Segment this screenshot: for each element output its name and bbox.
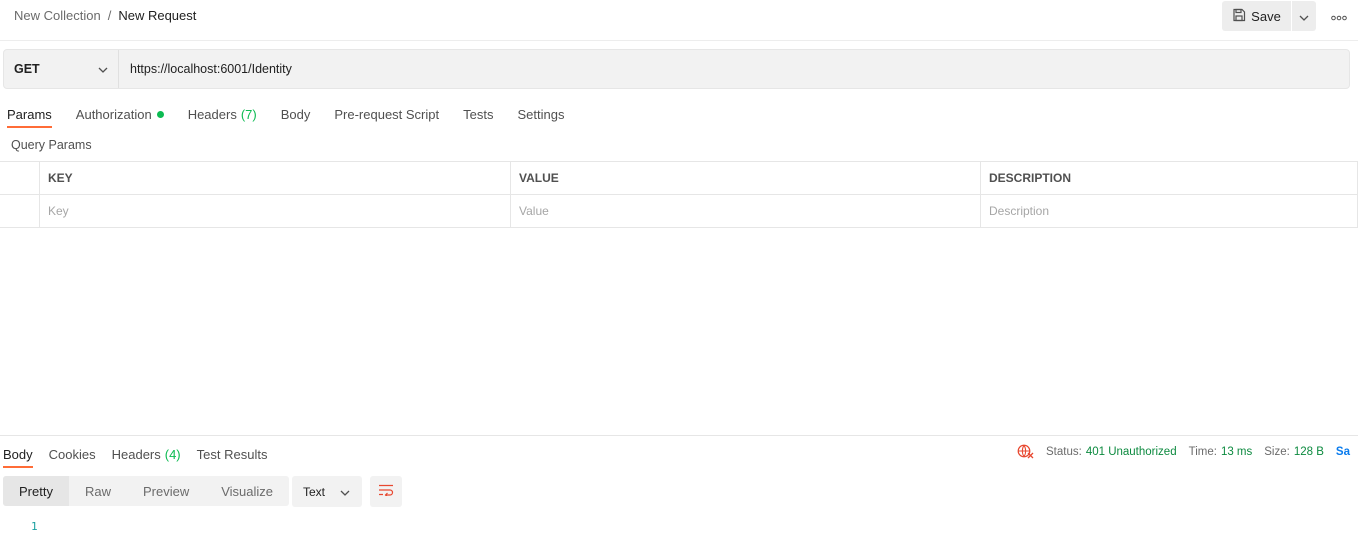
format-value: Text [303, 484, 326, 499]
url-input[interactable]: https://localhost:6001/Identity [119, 50, 1349, 88]
status-value[interactable]: 401 Unauthorized [1086, 446, 1177, 458]
response-view-toggle: Pretty Raw Preview Visualize [3, 476, 290, 506]
description-input[interactable]: Description [981, 195, 1358, 227]
more-options-button[interactable] [1328, 8, 1350, 24]
tab-body-label: Body [280, 106, 311, 122]
save-button[interactable]: Save [1222, 1, 1291, 31]
tab-pre-request-script[interactable]: Pre-request Script [334, 100, 439, 128]
table-header-row: KEY VALUE DESCRIPTION [0, 162, 1358, 195]
save-button-label: Save [1251, 8, 1281, 24]
table-row: Key Value Description [0, 195, 1358, 228]
response-tabs: Body Cookies Headers (4) Test Results [3, 440, 283, 469]
response-tab-test-results-label: Test Results [196, 446, 268, 462]
key-input[interactable]: Key [40, 195, 511, 227]
save-response-button[interactable]: Sa [1336, 446, 1350, 458]
response-tab-headers[interactable]: Headers (4) [112, 440, 181, 468]
request-header: New Collection / New Request Save [0, 0, 1358, 41]
tab-params-label: Params [7, 106, 52, 122]
tab-body[interactable]: Body [281, 100, 311, 128]
tab-pre-request-label: Pre-request Script [334, 106, 440, 122]
tab-settings-label: Settings [517, 106, 565, 122]
tab-tests[interactable]: Tests [463, 100, 493, 128]
method-value: GET [14, 62, 40, 76]
tab-tests-label: Tests [463, 106, 494, 122]
size-label: Size: [1264, 445, 1290, 458]
wrap-lines-icon [378, 484, 394, 499]
response-headers-count: (4) [164, 446, 181, 462]
view-raw[interactable]: Raw [69, 476, 127, 506]
request-tabs: Params Authorization Headers (7) Body Pre… [7, 100, 588, 130]
save-button-group: Save [1222, 1, 1316, 31]
header-checkbox-cell [0, 162, 40, 194]
wrap-lines-button[interactable] [370, 476, 402, 507]
breadcrumb-collection[interactable]: New Collection [14, 8, 101, 23]
view-visualize[interactable]: Visualize [205, 476, 289, 506]
tab-headers[interactable]: Headers (7) [188, 100, 257, 128]
time-label: Time: [1188, 445, 1217, 458]
row-checkbox-cell [0, 195, 40, 227]
breadcrumb: New Collection / New Request [14, 8, 196, 23]
globe-error-icon[interactable] [1017, 444, 1034, 459]
tab-headers-label: Headers [187, 106, 237, 122]
headers-count: (7) [240, 106, 257, 122]
format-select[interactable]: Text [292, 476, 362, 507]
tab-authorization[interactable]: Authorization [76, 100, 164, 128]
chevron-down-icon [1299, 9, 1309, 24]
response-tab-cookies-label: Cookies [48, 446, 96, 462]
response-divider[interactable] [0, 435, 1358, 436]
save-icon [1232, 8, 1246, 25]
column-value: VALUE [511, 162, 981, 194]
value-input[interactable]: Value [511, 195, 981, 227]
status-label: Status: [1046, 445, 1082, 458]
response-tab-body[interactable]: Body [3, 440, 33, 468]
response-tab-body-label: Body [3, 446, 33, 462]
chevron-down-icon [98, 62, 108, 76]
more-horizontal-icon [1331, 9, 1347, 24]
query-params-title: Query Params [11, 138, 92, 152]
tab-settings[interactable]: Settings [517, 100, 564, 128]
auth-status-dot [156, 110, 164, 118]
response-tab-headers-label: Headers [111, 446, 161, 462]
view-preview[interactable]: Preview [127, 476, 205, 506]
save-options-dropdown[interactable] [1292, 1, 1316, 31]
breadcrumb-request-name[interactable]: New Request [118, 8, 196, 23]
response-meta: Status: 401 Unauthorized Time: 13 ms Siz… [1017, 444, 1350, 459]
column-key: KEY [40, 162, 511, 194]
response-tab-cookies[interactable]: Cookies [49, 440, 96, 468]
method-select[interactable]: GET [4, 50, 119, 88]
response-tab-test-results[interactable]: Test Results [197, 440, 268, 468]
tab-params[interactable]: Params [7, 100, 52, 128]
url-bar: GET https://localhost:6001/Identity [3, 49, 1350, 89]
line-number: 1 [31, 520, 38, 533]
time-value[interactable]: 13 ms [1221, 446, 1252, 458]
breadcrumb-separator: / [107, 8, 112, 23]
chevron-down-icon [340, 485, 350, 499]
view-pretty[interactable]: Pretty [3, 476, 69, 506]
column-description: DESCRIPTION [981, 162, 1358, 194]
size-value[interactable]: 128 B [1294, 446, 1324, 458]
tab-authorization-label: Authorization [75, 106, 152, 122]
query-params-table: KEY VALUE DESCRIPTION Key Value Descript… [0, 161, 1358, 228]
